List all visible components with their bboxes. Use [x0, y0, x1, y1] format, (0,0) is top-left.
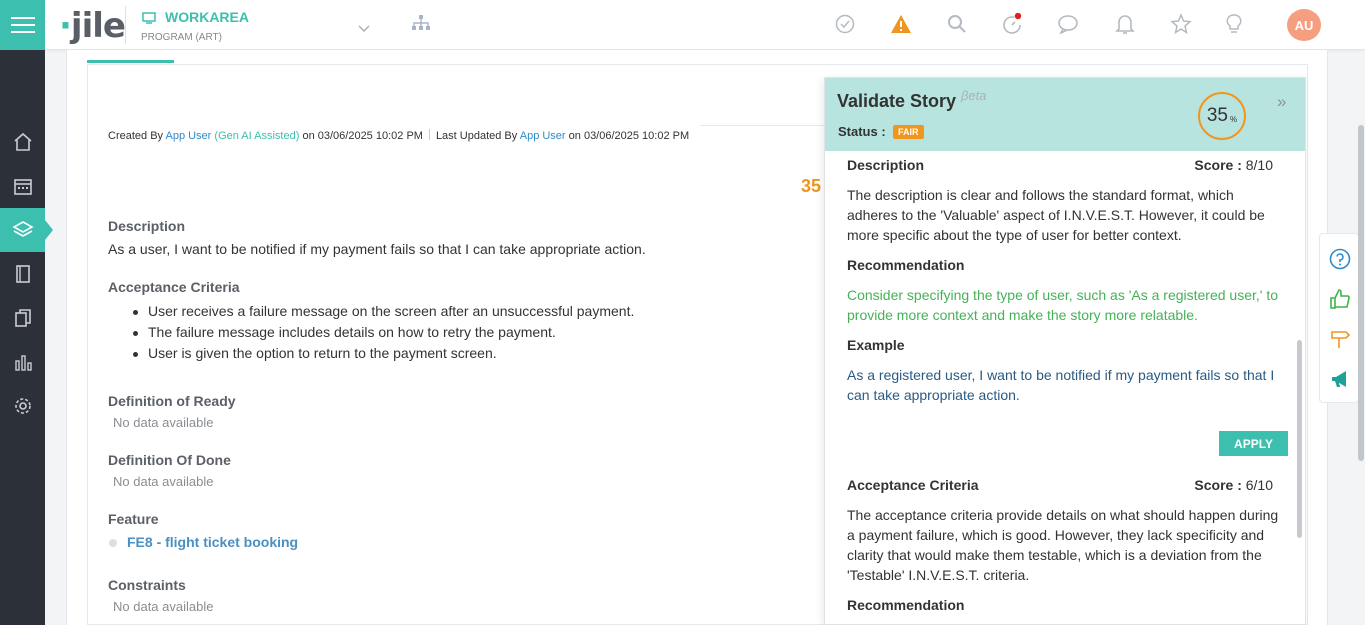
description-feedback: The description is clear and follows the…	[847, 187, 1265, 243]
documents-icon[interactable]	[0, 296, 45, 340]
acceptance-criteria-label: Acceptance Criteria	[108, 279, 240, 295]
list-item: User receives a failure message on the s…	[130, 301, 634, 322]
program-label: PROGRAM (ART)	[141, 32, 222, 43]
description-heading: Description	[847, 157, 925, 173]
panel-title: Validate Story	[837, 91, 957, 111]
timer-icon[interactable]	[1000, 12, 1024, 36]
panel-scrollbar[interactable]	[1297, 340, 1302, 538]
check-circle-icon[interactable]	[833, 12, 857, 36]
acceptance-criteria-score: Score : 6/10	[1194, 477, 1273, 493]
hamburger-menu-button[interactable]	[0, 0, 45, 50]
panel-header: Validate Story βeta Status : FAIR 35% »	[825, 78, 1305, 151]
active-tab-indicator	[87, 60, 174, 63]
story-score: 35	[801, 176, 822, 196]
collapse-panel-icon[interactable]: »	[1277, 92, 1286, 112]
notebook-icon[interactable]	[0, 252, 45, 296]
search-icon[interactable]	[945, 12, 969, 36]
calendar-icon[interactable]	[0, 164, 45, 208]
recommendation-heading: Recommendation	[847, 257, 965, 273]
chevron-down-icon[interactable]	[358, 20, 370, 38]
hierarchy-icon[interactable]	[411, 14, 431, 37]
definition-of-ready-label: Definition of Ready	[108, 393, 236, 409]
jile-logo[interactable]: ·jile	[59, 6, 126, 46]
constraints-label: Constraints	[108, 577, 186, 593]
signpost-icon[interactable]	[1328, 327, 1352, 351]
definition-of-done-label: Definition Of Done	[108, 452, 231, 468]
chat-icon[interactable]	[1056, 12, 1080, 36]
feature-link[interactable]: FE8 - flight ticket booking	[127, 534, 298, 550]
recommendation-text: Consider specifying the type of user, su…	[847, 287, 1279, 323]
gear-icon[interactable]	[0, 384, 45, 428]
divider	[125, 6, 126, 44]
acceptance-criteria-list: User receives a failure message on the s…	[130, 301, 634, 364]
right-tool-strip	[1319, 233, 1359, 403]
home-icon[interactable]	[0, 120, 45, 164]
layers-icon[interactable]	[0, 208, 53, 252]
thumbs-up-icon[interactable]	[1328, 287, 1352, 311]
constraints-value: No data available	[113, 599, 214, 614]
list-item: User is given the option to return to th…	[130, 343, 634, 364]
status-label: Status :	[838, 124, 886, 139]
score-circle: 35%	[1198, 92, 1246, 140]
validate-story-panel: Validate Story βeta Status : FAIR 35% » …	[824, 77, 1306, 625]
bar-chart-icon[interactable]	[0, 340, 45, 384]
example-text: As a registered user, I want to be notif…	[847, 367, 1275, 403]
recommendation-heading: Recommendation	[847, 597, 965, 613]
created-by-link[interactable]: App User	[165, 130, 211, 142]
top-bar: ·jile WORKAREA PROGRAM (ART) AU	[45, 0, 1365, 50]
lightbulb-icon[interactable]	[1222, 12, 1246, 36]
warning-icon[interactable]	[889, 12, 913, 36]
left-rail	[0, 0, 53, 625]
story-meta: Created By App User (Gen AI Assisted) on…	[108, 129, 690, 142]
acceptance-criteria-heading: Acceptance Criteria	[847, 477, 979, 493]
beta-label: βeta	[961, 88, 987, 103]
help-icon[interactable]	[1328, 247, 1352, 271]
feature-dot	[109, 539, 117, 547]
score-value: 35	[1206, 105, 1228, 126]
apply-button[interactable]: APPLY	[1219, 431, 1288, 456]
workarea-label[interactable]: WORKAREA	[165, 9, 249, 25]
status-badge: FAIR	[893, 125, 924, 139]
definition-of-ready-value: No data available	[113, 415, 214, 430]
avatar[interactable]: AU	[1287, 9, 1321, 41]
acceptance-criteria-feedback: The acceptance criteria provide details …	[847, 507, 1279, 583]
megaphone-icon[interactable]	[1328, 367, 1352, 391]
star-icon[interactable]	[1169, 12, 1193, 36]
description-text: As a user, I want to be notified if my p…	[108, 241, 646, 257]
definition-of-done-value: No data available	[113, 474, 214, 489]
page-scrollbar[interactable]	[1358, 125, 1364, 461]
divider	[700, 125, 824, 126]
updated-by-link[interactable]: App User	[520, 130, 566, 142]
description-label: Description	[108, 218, 186, 234]
description-score: Score : 8/10	[1194, 157, 1273, 173]
list-item: The failure message includes details on …	[130, 322, 634, 343]
feature-label: Feature	[108, 511, 159, 527]
example-heading: Example	[847, 337, 905, 353]
bell-icon[interactable]	[1113, 12, 1137, 36]
monitor-icon	[142, 11, 156, 29]
